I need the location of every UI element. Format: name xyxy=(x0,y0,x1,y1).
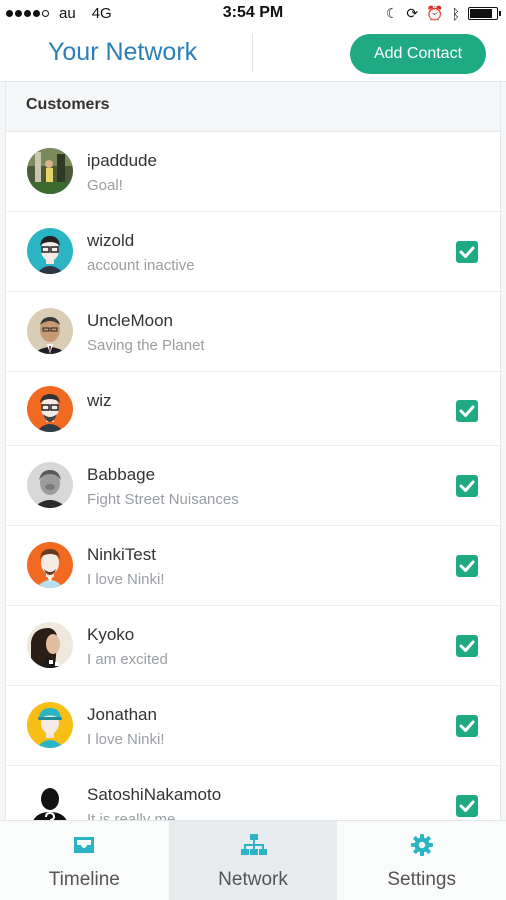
contact-row[interactable]: Kyoko I am excited xyxy=(6,606,500,686)
rotation-lock-icon: ⟳ xyxy=(406,5,419,21)
contact-row[interactable]: NinkiTest I love Ninki! xyxy=(6,526,500,606)
contact-row[interactable]: Babbage Fight Street Nuisances xyxy=(6,446,500,526)
contact-name: SatoshiNakamoto xyxy=(87,785,222,804)
tab-label: Timeline xyxy=(48,869,120,890)
contact-name: Jonathan xyxy=(87,705,157,724)
contact-name: wizold xyxy=(87,231,135,250)
contact-row[interactable]: wizold account inactive xyxy=(6,212,500,292)
contact-row[interactable]: UncleMoon Saving the Planet xyxy=(6,292,500,372)
network-content[interactable]: Customers ipaddude Goal! wizold account … xyxy=(0,82,506,820)
checkbox-checked[interactable] xyxy=(456,795,478,817)
tab-label: Settings xyxy=(387,869,456,890)
contact-row[interactable]: wiz xyxy=(6,372,500,446)
contact-status: Fight Street Nuisances xyxy=(87,491,239,508)
checkbox-checked[interactable] xyxy=(456,241,478,263)
contact-status: It is really me xyxy=(87,811,176,820)
tab-settings[interactable]: Settings xyxy=(337,821,506,900)
avatar xyxy=(27,308,73,354)
bluetooth-icon: ᛒ xyxy=(451,5,460,22)
checkbox-checked[interactable] xyxy=(456,635,478,657)
checkbox-checked[interactable] xyxy=(456,475,478,497)
status-icons: ☾ ⟳ ⏰ ᛒ xyxy=(385,5,501,22)
avatar xyxy=(27,148,73,194)
contact-name: NinkiTest xyxy=(87,545,156,564)
contact-name: Kyoko xyxy=(87,625,135,644)
contact-row[interactable]: Jonathan I love Ninki! xyxy=(6,686,500,766)
alarm-icon: ⏰ xyxy=(426,5,444,21)
tab-label: Network xyxy=(218,869,288,890)
contact-status: Saving the Planet xyxy=(87,337,205,354)
avatar xyxy=(27,702,73,748)
moon-icon: ☾ xyxy=(385,5,399,21)
contact-name: Babbage xyxy=(87,465,156,484)
battery-icon xyxy=(468,7,501,20)
tab-timeline[interactable]: Timeline xyxy=(0,821,169,900)
avatar xyxy=(27,622,73,668)
contact-name: UncleMoon xyxy=(87,311,173,330)
contact-status: Goal! xyxy=(87,177,123,194)
header-divider xyxy=(252,34,253,72)
network-icon xyxy=(241,833,267,857)
gear-icon xyxy=(410,833,434,857)
contact-row[interactable]: SatoshiNakamoto It is really me xyxy=(6,766,500,820)
add-contact-button[interactable]: Add Contact xyxy=(350,34,486,74)
status-bar: au 4G 3:54 PM ☾ ⟳ ⏰ ᛒ xyxy=(0,0,506,28)
checkbox-checked[interactable] xyxy=(456,715,478,737)
avatar xyxy=(27,386,73,432)
inbox-icon xyxy=(72,833,96,857)
contact-list-panel: Customers ipaddude Goal! wizold account … xyxy=(5,82,501,820)
page-title: Your Network xyxy=(48,38,198,66)
avatar xyxy=(27,542,73,588)
contact-name: wiz xyxy=(87,391,112,410)
tab-bar: Timeline Network Settings xyxy=(0,820,506,900)
app-header: Your Network Add Contact xyxy=(0,28,506,82)
checkbox-checked[interactable] xyxy=(456,400,478,422)
contact-name: ipaddude xyxy=(87,151,157,170)
avatar xyxy=(27,782,73,820)
contact-status: I am excited xyxy=(87,651,168,668)
avatar xyxy=(27,462,73,508)
section-header-customers: Customers xyxy=(6,82,500,132)
tab-network[interactable]: Network xyxy=(168,821,338,900)
checkbox-checked[interactable] xyxy=(456,555,478,577)
contact-status: account inactive xyxy=(87,257,195,274)
contact-row[interactable]: ipaddude Goal! xyxy=(6,132,500,212)
contact-status: I love Ninki! xyxy=(87,571,165,588)
contact-status: I love Ninki! xyxy=(87,731,165,748)
avatar xyxy=(27,228,73,274)
